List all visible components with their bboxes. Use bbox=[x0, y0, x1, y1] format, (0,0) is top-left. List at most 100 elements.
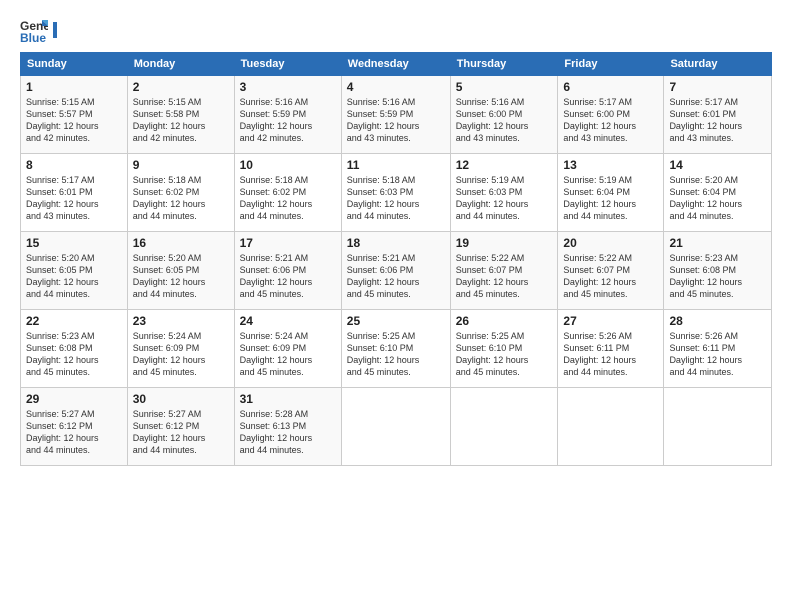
calendar-cell: 16Sunrise: 5:20 AM Sunset: 6:05 PM Dayli… bbox=[127, 232, 234, 310]
day-number: 6 bbox=[563, 80, 658, 94]
day-number: 29 bbox=[26, 392, 122, 406]
calendar-cell: 18Sunrise: 5:21 AM Sunset: 6:06 PM Dayli… bbox=[341, 232, 450, 310]
day-info: Sunrise: 5:15 AM Sunset: 5:58 PM Dayligh… bbox=[133, 96, 229, 145]
day-info: Sunrise: 5:26 AM Sunset: 6:11 PM Dayligh… bbox=[669, 330, 766, 379]
calendar-cell bbox=[664, 388, 772, 466]
day-number: 4 bbox=[347, 80, 445, 94]
day-info: Sunrise: 5:19 AM Sunset: 6:04 PM Dayligh… bbox=[563, 174, 658, 223]
col-header-thursday: Thursday bbox=[450, 53, 558, 76]
day-number: 16 bbox=[133, 236, 229, 250]
calendar-cell: 21 Sunrise: 5:23 AM Sunset: 6:08 PM Dayli… bbox=[664, 232, 772, 310]
logo: General Blue bbox=[20, 16, 58, 44]
col-header-sunday: Sunday bbox=[21, 53, 128, 76]
calendar-cell: 27 Sunrise: 5:26 AM Sunset: 6:11 PM Dayli… bbox=[558, 310, 664, 388]
day-number: 28 bbox=[669, 314, 766, 328]
col-header-monday: Monday bbox=[127, 53, 234, 76]
calendar-cell: 17Sunrise: 5:21 AM Sunset: 6:06 PM Dayli… bbox=[234, 232, 341, 310]
day-number: 27 bbox=[563, 314, 658, 328]
day-number: 25 bbox=[347, 314, 445, 328]
day-info: Sunrise: 5:20 AM Sunset: 6:04 PM Dayligh… bbox=[669, 174, 766, 223]
day-info: Sunrise: 5:18 AM Sunset: 6:03 PM Dayligh… bbox=[347, 174, 445, 223]
calendar-cell: 12 Sunrise: 5:19 AM Sunset: 6:03 PM Dayli… bbox=[450, 154, 558, 232]
day-info: Sunrise: 5:27 AM Sunset: 6:12 PM Dayligh… bbox=[26, 408, 122, 457]
day-info: Sunrise: 5:24 AM Sunset: 6:09 PM Dayligh… bbox=[240, 330, 336, 379]
calendar-cell: 11 Sunrise: 5:18 AM Sunset: 6:03 PM Dayli… bbox=[341, 154, 450, 232]
day-info: Sunrise: 5:20 AM Sunset: 6:05 PM Dayligh… bbox=[26, 252, 122, 301]
day-info: Sunrise: 5:18 AM Sunset: 6:02 PM Dayligh… bbox=[240, 174, 336, 223]
day-number: 19 bbox=[456, 236, 553, 250]
col-header-tuesday: Tuesday bbox=[234, 53, 341, 76]
calendar-cell: 1 Sunrise: 5:15 AM Sunset: 5:57 PM Daylig… bbox=[21, 76, 128, 154]
day-number: 1 bbox=[26, 80, 122, 94]
day-number: 26 bbox=[456, 314, 553, 328]
logo-icon: General Blue bbox=[20, 16, 48, 44]
logo-text bbox=[52, 22, 58, 38]
day-info: Sunrise: 5:19 AM Sunset: 6:03 PM Dayligh… bbox=[456, 174, 553, 223]
calendar-cell: 29 Sunrise: 5:27 AM Sunset: 6:12 PM Dayli… bbox=[21, 388, 128, 466]
day-number: 11 bbox=[347, 158, 445, 172]
day-number: 13 bbox=[563, 158, 658, 172]
day-info: Sunrise: 5:26 AM Sunset: 6:11 PM Dayligh… bbox=[563, 330, 658, 379]
day-number: 9 bbox=[133, 158, 229, 172]
day-number: 31 bbox=[240, 392, 336, 406]
week-row-2: 8Sunrise: 5:17 AM Sunset: 6:01 PM Daylig… bbox=[21, 154, 772, 232]
calendar-cell: 3 Sunrise: 5:16 AM Sunset: 5:59 PM Daylig… bbox=[234, 76, 341, 154]
col-header-wednesday: Wednesday bbox=[341, 53, 450, 76]
day-info: Sunrise: 5:17 AM Sunset: 6:01 PM Dayligh… bbox=[669, 96, 766, 145]
day-info: Sunrise: 5:28 AM Sunset: 6:13 PM Dayligh… bbox=[240, 408, 336, 457]
calendar-cell: 2 Sunrise: 5:15 AM Sunset: 5:58 PM Daylig… bbox=[127, 76, 234, 154]
svg-text:Blue: Blue bbox=[20, 31, 46, 44]
day-info: Sunrise: 5:25 AM Sunset: 6:10 PM Dayligh… bbox=[456, 330, 553, 379]
day-number: 10 bbox=[240, 158, 336, 172]
calendar-cell: 8Sunrise: 5:17 AM Sunset: 6:01 PM Daylig… bbox=[21, 154, 128, 232]
calendar-cell: 9 Sunrise: 5:18 AM Sunset: 6:02 PM Daylig… bbox=[127, 154, 234, 232]
day-number: 23 bbox=[133, 314, 229, 328]
day-number: 24 bbox=[240, 314, 336, 328]
day-number: 3 bbox=[240, 80, 336, 94]
main-container: General Blue SundayMondayTuesdayWednesda… bbox=[0, 0, 792, 476]
day-number: 14 bbox=[669, 158, 766, 172]
day-number: 5 bbox=[456, 80, 553, 94]
calendar-cell: 28 Sunrise: 5:26 AM Sunset: 6:11 PM Dayli… bbox=[664, 310, 772, 388]
calendar-cell: 10 Sunrise: 5:18 AM Sunset: 6:02 PM Dayli… bbox=[234, 154, 341, 232]
calendar-cell: 30Sunrise: 5:27 AM Sunset: 6:12 PM Dayli… bbox=[127, 388, 234, 466]
day-info: Sunrise: 5:22 AM Sunset: 6:07 PM Dayligh… bbox=[563, 252, 658, 301]
day-number: 20 bbox=[563, 236, 658, 250]
day-info: Sunrise: 5:24 AM Sunset: 6:09 PM Dayligh… bbox=[133, 330, 229, 379]
day-number: 12 bbox=[456, 158, 553, 172]
week-row-4: 22 Sunrise: 5:23 AM Sunset: 6:08 PM Dayli… bbox=[21, 310, 772, 388]
col-header-friday: Friday bbox=[558, 53, 664, 76]
calendar-cell: 4Sunrise: 5:16 AM Sunset: 5:59 PM Daylig… bbox=[341, 76, 450, 154]
calendar-cell: 5 Sunrise: 5:16 AM Sunset: 6:00 PM Daylig… bbox=[450, 76, 558, 154]
day-number: 21 bbox=[669, 236, 766, 250]
day-number: 30 bbox=[133, 392, 229, 406]
calendar-cell bbox=[341, 388, 450, 466]
day-info: Sunrise: 5:23 AM Sunset: 6:08 PM Dayligh… bbox=[669, 252, 766, 301]
calendar-cell: 20 Sunrise: 5:22 AM Sunset: 6:07 PM Dayli… bbox=[558, 232, 664, 310]
calendar-cell: 22 Sunrise: 5:23 AM Sunset: 6:08 PM Dayli… bbox=[21, 310, 128, 388]
day-number: 8 bbox=[26, 158, 122, 172]
week-row-3: 15 Sunrise: 5:20 AM Sunset: 6:05 PM Dayli… bbox=[21, 232, 772, 310]
day-info: Sunrise: 5:15 AM Sunset: 5:57 PM Dayligh… bbox=[26, 96, 122, 145]
calendar-cell: 31 Sunrise: 5:28 AM Sunset: 6:13 PM Dayli… bbox=[234, 388, 341, 466]
calendar-cell bbox=[558, 388, 664, 466]
calendar-cell: 14 Sunrise: 5:20 AM Sunset: 6:04 PM Dayli… bbox=[664, 154, 772, 232]
day-info: Sunrise: 5:17 AM Sunset: 6:00 PM Dayligh… bbox=[563, 96, 658, 145]
day-info: Sunrise: 5:18 AM Sunset: 6:02 PM Dayligh… bbox=[133, 174, 229, 223]
day-number: 15 bbox=[26, 236, 122, 250]
calendar-table: SundayMondayTuesdayWednesdayThursdayFrid… bbox=[20, 52, 772, 466]
day-info: Sunrise: 5:25 AM Sunset: 6:10 PM Dayligh… bbox=[347, 330, 445, 379]
day-number: 2 bbox=[133, 80, 229, 94]
day-number: 22 bbox=[26, 314, 122, 328]
day-info: Sunrise: 5:23 AM Sunset: 6:08 PM Dayligh… bbox=[26, 330, 122, 379]
calendar-cell: 6 Sunrise: 5:17 AM Sunset: 6:00 PM Daylig… bbox=[558, 76, 664, 154]
calendar-cell: 7Sunrise: 5:17 AM Sunset: 6:01 PM Daylig… bbox=[664, 76, 772, 154]
week-row-1: 1 Sunrise: 5:15 AM Sunset: 5:57 PM Daylig… bbox=[21, 76, 772, 154]
day-info: Sunrise: 5:16 AM Sunset: 5:59 PM Dayligh… bbox=[240, 96, 336, 145]
calendar-cell: 15 Sunrise: 5:20 AM Sunset: 6:05 PM Dayli… bbox=[21, 232, 128, 310]
day-info: Sunrise: 5:21 AM Sunset: 6:06 PM Dayligh… bbox=[240, 252, 336, 301]
day-info: Sunrise: 5:16 AM Sunset: 6:00 PM Dayligh… bbox=[456, 96, 553, 145]
day-info: Sunrise: 5:21 AM Sunset: 6:06 PM Dayligh… bbox=[347, 252, 445, 301]
calendar-cell: 25 Sunrise: 5:25 AM Sunset: 6:10 PM Dayli… bbox=[341, 310, 450, 388]
calendar-cell: 23 Sunrise: 5:24 AM Sunset: 6:09 PM Dayli… bbox=[127, 310, 234, 388]
